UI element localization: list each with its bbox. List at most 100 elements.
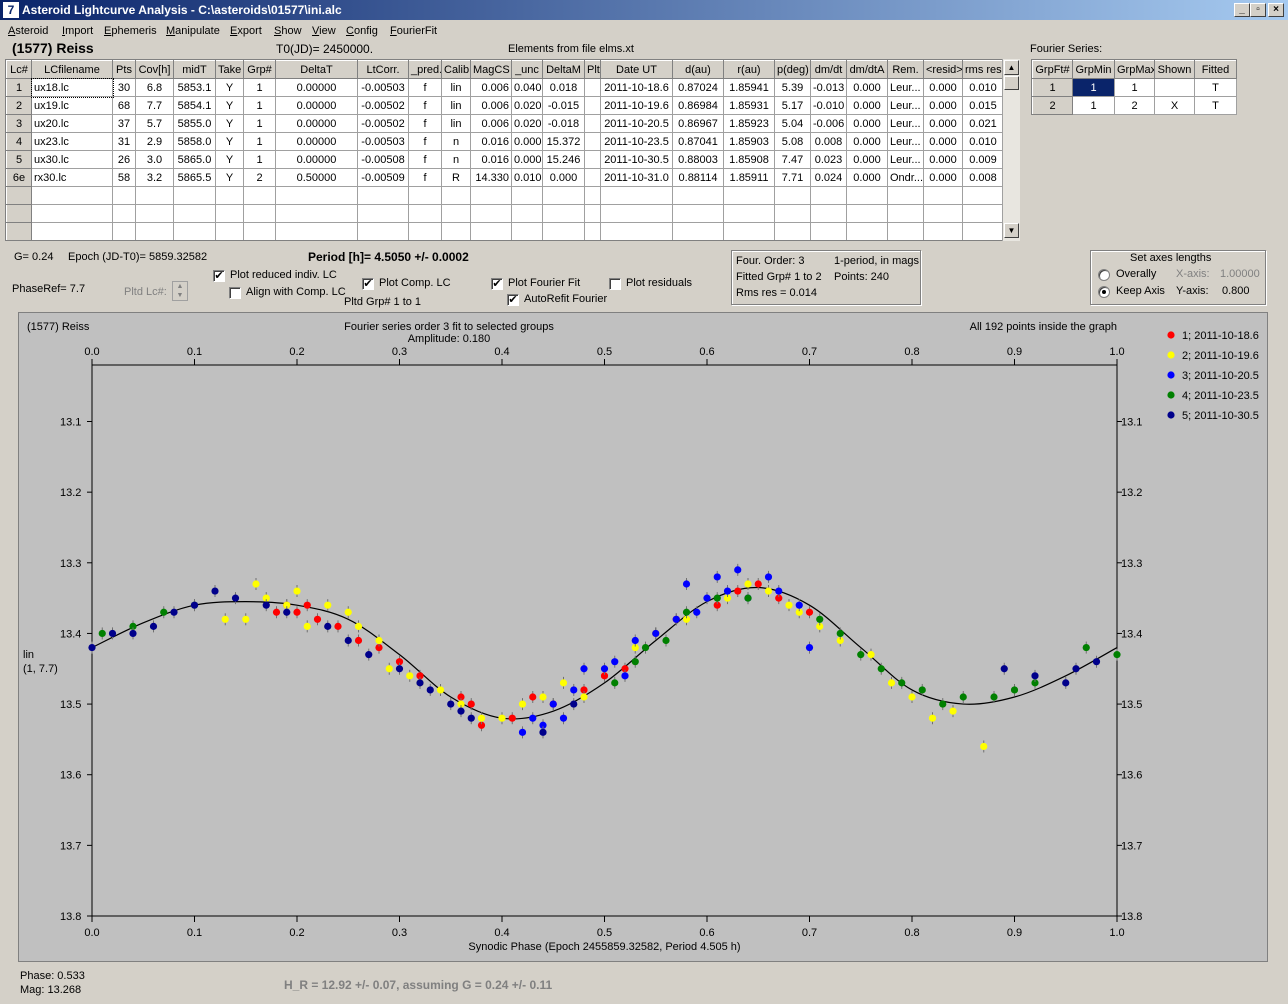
- table-cell[interactable]: [243, 222, 276, 240]
- table-cell[interactable]: [275, 222, 358, 240]
- table-cell[interactable]: [887, 186, 924, 205]
- table-cell[interactable]: X: [1154, 96, 1195, 115]
- table-cell[interactable]: 0.000: [511, 132, 543, 151]
- table-cell[interactable]: [215, 186, 244, 205]
- scroll-down-icon[interactable]: ▼: [1004, 223, 1019, 238]
- table-cell[interactable]: 7.71: [774, 168, 811, 187]
- table-cell[interactable]: 7.7: [135, 96, 174, 115]
- table-cell[interactable]: 0.010: [962, 132, 1004, 151]
- table-cell[interactable]: 2011-10-18.6: [600, 78, 673, 97]
- table-cell[interactable]: [511, 186, 543, 205]
- column-header[interactable]: midT: [173, 60, 216, 79]
- table-cell[interactable]: 0.88114: [672, 168, 724, 187]
- column-header[interactable]: dm/dtA: [846, 60, 888, 79]
- table-cell[interactable]: 0.86967: [672, 114, 724, 133]
- table-cell[interactable]: 1.85931: [723, 96, 775, 115]
- menu-asteroid[interactable]: Asteroid: [8, 25, 48, 37]
- table-cell[interactable]: lin: [441, 96, 471, 115]
- table-cell[interactable]: 1: [243, 150, 276, 169]
- table-cell[interactable]: [846, 186, 888, 205]
- period-value[interactable]: Period [h]= 4.5050 +/- 0.0002: [308, 250, 469, 264]
- table-cell[interactable]: 0.000: [846, 96, 888, 115]
- table-cell[interactable]: 0.50000: [275, 168, 358, 187]
- table-cell[interactable]: 0.00000: [275, 132, 358, 151]
- table-cell[interactable]: 37: [112, 114, 136, 133]
- table-row[interactable]: 111T: [1032, 78, 1237, 97]
- table-cell[interactable]: [584, 78, 601, 97]
- table-cell[interactable]: 0.006: [470, 96, 512, 115]
- table-cell[interactable]: Leur...: [887, 96, 924, 115]
- table-cell[interactable]: [1154, 78, 1195, 97]
- table-cell[interactable]: 0.009: [962, 150, 1004, 169]
- row-header[interactable]: [6, 186, 32, 205]
- table-cell[interactable]: 5.08: [774, 132, 811, 151]
- table-cell[interactable]: 0.88003: [672, 150, 724, 169]
- table-cell[interactable]: [810, 204, 847, 223]
- table-cell[interactable]: [846, 222, 888, 240]
- table-cell[interactable]: 0.00000: [275, 114, 358, 133]
- table-cell[interactable]: Leur...: [887, 114, 924, 133]
- table-cell[interactable]: -0.018: [542, 114, 585, 133]
- table-cell[interactable]: Y: [215, 132, 244, 151]
- row-header[interactable]: 4: [6, 132, 32, 151]
- table-cell[interactable]: 5853.1: [173, 78, 216, 97]
- table-cell[interactable]: 0.000: [923, 96, 963, 115]
- table-cell[interactable]: 0.000: [923, 114, 963, 133]
- table-cell[interactable]: -0.00509: [357, 168, 409, 187]
- table-cell[interactable]: [275, 186, 358, 205]
- column-header[interactable]: Take: [215, 60, 244, 79]
- row-header[interactable]: [6, 204, 32, 223]
- table-cell[interactable]: 0.010: [962, 78, 1004, 97]
- menu-manipulate[interactable]: Manipulate: [166, 25, 220, 37]
- table-cell[interactable]: [774, 204, 811, 223]
- table-cell[interactable]: -0.006: [810, 114, 847, 133]
- column-header[interactable]: Fitted: [1194, 60, 1237, 79]
- table-cell[interactable]: 0.000: [846, 150, 888, 169]
- table-cell[interactable]: Leur...: [887, 132, 924, 151]
- table-cell[interactable]: 2: [243, 168, 276, 187]
- row-header[interactable]: 3: [6, 114, 32, 133]
- table-cell[interactable]: [887, 222, 924, 240]
- table-cell[interactable]: [243, 204, 276, 223]
- table-cell[interactable]: n: [441, 150, 471, 169]
- table-cell[interactable]: f: [408, 78, 442, 97]
- row-header[interactable]: 5: [6, 150, 32, 169]
- table-cell[interactable]: f: [408, 150, 442, 169]
- table-cell[interactable]: [470, 222, 512, 240]
- table-cell[interactable]: [135, 204, 174, 223]
- column-header[interactable]: Rem.: [887, 60, 924, 79]
- table-cell[interactable]: 1.85903: [723, 132, 775, 151]
- table-cell[interactable]: 0.015: [962, 96, 1004, 115]
- table-cell[interactable]: 1: [243, 114, 276, 133]
- row-header[interactable]: 1: [6, 78, 32, 97]
- table-cell[interactable]: [584, 168, 601, 187]
- table-cell[interactable]: 0.00000: [275, 150, 358, 169]
- table-cell[interactable]: 0.008: [962, 168, 1004, 187]
- column-header[interactable]: rms res: [962, 60, 1004, 79]
- column-header[interactable]: LCfilename: [31, 60, 113, 79]
- table-cell[interactable]: [215, 204, 244, 223]
- table-cell[interactable]: [511, 222, 543, 240]
- table-cell[interactable]: 1: [1072, 96, 1115, 115]
- table-cell[interactable]: -0.010: [810, 96, 847, 115]
- menu-import[interactable]: Import: [62, 25, 93, 37]
- table-cell[interactable]: 5865.5: [173, 168, 216, 187]
- table-cell[interactable]: [962, 222, 1004, 240]
- table-cell[interactable]: T: [1194, 96, 1237, 115]
- table-cell[interactable]: lin: [441, 78, 471, 97]
- menu-ephemeris[interactable]: Ephemeris: [104, 25, 157, 37]
- table-row[interactable]: 5 ux30.lc 26 3.0 5865.0 Y 1 0.00000 -0.00508 f n 0.…: [6, 150, 1004, 169]
- table-cell[interactable]: 0.024: [810, 168, 847, 187]
- table-cell[interactable]: [542, 222, 585, 240]
- table-cell[interactable]: 2: [1114, 96, 1155, 115]
- table-cell[interactable]: ux30.lc: [31, 150, 113, 169]
- table-cell[interactable]: -0.00503: [357, 78, 409, 97]
- table-cell[interactable]: [962, 186, 1004, 205]
- table-cell[interactable]: [215, 222, 244, 240]
- table-cell[interactable]: [672, 204, 724, 223]
- table-cell[interactable]: [112, 204, 136, 223]
- column-header[interactable]: Pts: [112, 60, 136, 79]
- table-cell[interactable]: 5854.1: [173, 96, 216, 115]
- table-cell[interactable]: [846, 204, 888, 223]
- menu-config[interactable]: Config: [346, 25, 378, 37]
